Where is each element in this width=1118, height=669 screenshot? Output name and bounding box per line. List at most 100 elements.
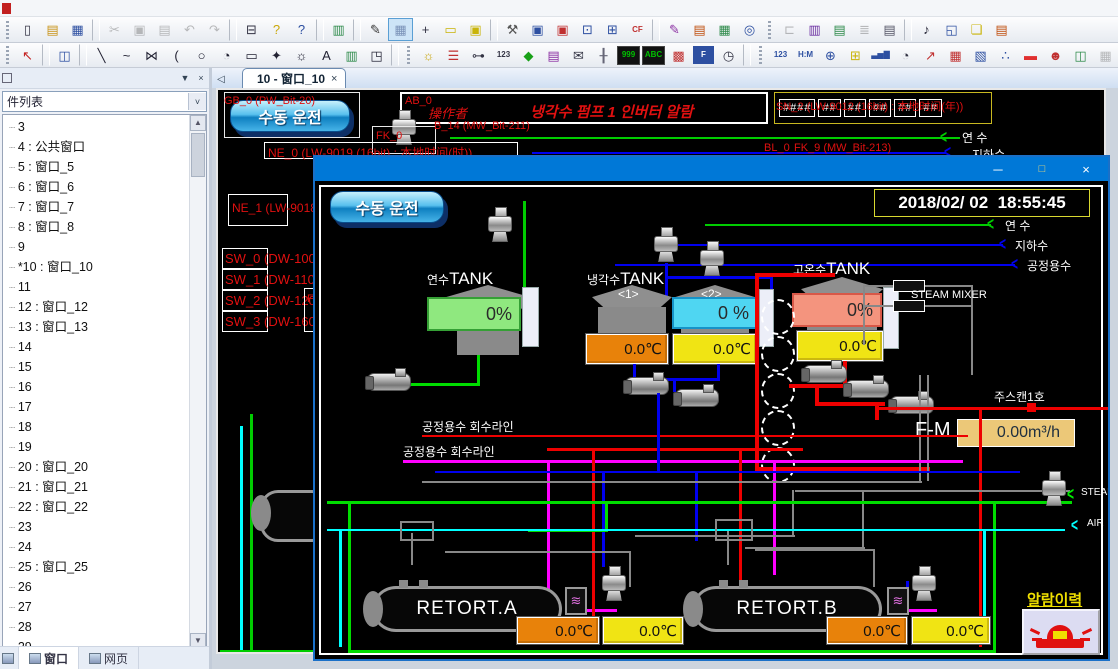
menu-item[interactable] <box>63 14 87 16</box>
message-board-icon[interactable]: ✉ <box>566 44 591 67</box>
tree-item[interactable]: 21 : 窗口_21 <box>3 477 206 497</box>
burst-tool-icon[interactable]: ☼ <box>289 44 314 67</box>
pen-icon[interactable]: ✎ <box>363 18 388 41</box>
save-icon[interactable]: ▦ <box>65 18 90 41</box>
archive-drawer-icon[interactable]: ▤ <box>877 18 902 41</box>
function-key-icon[interactable]: F <box>693 46 714 64</box>
tree-item[interactable]: 26 <box>3 577 206 597</box>
flow-meter-display[interactable]: 0.00m³/h <box>957 419 1075 447</box>
tree-item[interactable]: 14 <box>3 337 206 357</box>
pump-icon[interactable] <box>367 373 411 391</box>
memo-edit-icon[interactable]: ▤ <box>989 18 1014 41</box>
properties-icon[interactable]: ◫ <box>52 44 77 67</box>
data-log-icon[interactable]: ▦ <box>1093 44 1118 67</box>
dot-matrix-icon[interactable]: ▩ <box>666 44 691 67</box>
rectangle-tool-icon[interactable]: ▭ <box>239 44 264 67</box>
minimize-button[interactable]: ─ <box>976 162 1020 177</box>
sound-icon[interactable]: ♪ <box>914 18 939 41</box>
download-screen-icon[interactable]: ⊡ <box>575 18 600 41</box>
event-log-icon[interactable]: ◫ <box>1068 44 1093 67</box>
text-tool-icon[interactable]: A <box>314 44 339 67</box>
history-table-icon[interactable]: ▦ <box>943 44 968 67</box>
manual-run-button[interactable]: 수동 운전 <box>330 191 444 223</box>
tree-item[interactable]: 7 : 窗口_7 <box>3 197 206 217</box>
menu-item[interactable] <box>135 14 159 16</box>
system-tools-icon[interactable]: ⚒ <box>500 18 525 41</box>
line-tool-icon[interactable]: ╲ <box>89 44 114 67</box>
menu-item[interactable] <box>183 14 207 16</box>
tree-item[interactable]: 22 : 窗口_22 <box>3 497 206 517</box>
ascii-display-icon[interactable]: ABC <box>642 46 665 65</box>
tree-item[interactable]: 12 : 窗口_12 <box>3 297 206 317</box>
csv-file-icon[interactable]: ▤ <box>687 18 712 41</box>
xy-chart-icon[interactable]: ▧ <box>968 44 993 67</box>
polyline-tool-icon[interactable]: ⋈ <box>139 44 164 67</box>
menu-item[interactable] <box>231 14 255 16</box>
context-help-icon[interactable]: ? <box>289 18 314 41</box>
exit-door-icon[interactable]: ⊏ <box>777 18 802 41</box>
valve-icon[interactable] <box>700 241 724 275</box>
menu-item[interactable] <box>111 14 135 16</box>
lamp-set-icon[interactable]: ☰ <box>441 44 466 67</box>
valve-icon[interactable] <box>1042 471 1066 505</box>
polygon-tool-icon[interactable]: ✦ <box>264 44 289 67</box>
list-type-dropdown[interactable]: 件列表 ˅ <box>2 91 207 112</box>
panel-tool-icon[interactable]: ◳ <box>364 44 389 67</box>
lamp-bulb-icon[interactable]: ☼ <box>416 44 441 67</box>
help-icon[interactable]: ? <box>264 18 289 41</box>
import-library-icon[interactable]: ▥ <box>802 18 827 41</box>
tree-item[interactable]: 15 <box>3 357 206 377</box>
popup-title-bar[interactable]: ─ □ × <box>315 157 1108 181</box>
copy-icon[interactable]: ▣ <box>127 18 152 41</box>
close-button[interactable]: × <box>1064 162 1108 177</box>
seven-seg-display-icon[interactable]: 999 <box>617 46 640 65</box>
export-image-icon[interactable]: ▥ <box>326 18 351 41</box>
panel-close-button[interactable]: × <box>193 73 209 83</box>
dialog-editor-icon[interactable]: ◱ <box>939 18 964 41</box>
align-center-icon[interactable]: + <box>413 18 438 41</box>
run-simulate-icon[interactable]: ▣ <box>525 18 550 41</box>
window-transfer-icon[interactable]: ⊞ <box>600 18 625 41</box>
cf-card-icon[interactable]: CF <box>625 18 650 41</box>
pump-icon[interactable] <box>675 389 719 407</box>
trend-chart-icon[interactable]: ↗ <box>918 44 943 67</box>
tree-item[interactable]: 20 : 窗口_20 <box>3 457 206 477</box>
undo-icon[interactable]: ↶ <box>177 18 202 41</box>
valve-icon[interactable] <box>602 566 626 600</box>
tab-close-icon[interactable]: × <box>331 73 337 85</box>
gem-button-icon[interactable]: ◆ <box>516 44 541 67</box>
scatter-chart-icon[interactable]: ∴ <box>993 44 1018 67</box>
tree-item[interactable]: 28 <box>3 617 206 637</box>
menu-item[interactable] <box>159 14 183 16</box>
print-icon[interactable]: ⊟ <box>239 18 264 41</box>
tree-item[interactable]: 24 <box>3 537 206 557</box>
arc-tool-icon[interactable]: ( <box>164 44 189 67</box>
document-tab[interactable]: 10 - 窗口_10 × <box>242 68 346 88</box>
maximize-button[interactable]: □ <box>1020 163 1064 175</box>
picture-tool-icon[interactable]: ▥ <box>339 44 364 67</box>
menu-item[interactable] <box>207 14 231 16</box>
time-display-icon[interactable]: H:M <box>793 44 818 67</box>
tree-item[interactable]: 17 <box>3 397 206 417</box>
new-file-icon[interactable]: ▯ <box>15 18 40 41</box>
pump-icon[interactable] <box>625 377 669 395</box>
tree-item[interactable]: 19 <box>3 437 206 457</box>
cut-icon[interactable]: ✂ <box>102 18 127 41</box>
tag-label-icon[interactable]: ❏ <box>964 18 989 41</box>
alarm-history-button[interactable] <box>1022 609 1100 655</box>
tab-scroll-left-icon[interactable]: ◁ <box>212 74 230 88</box>
heat-exchanger[interactable]: ≋ <box>887 587 909 615</box>
tree-item[interactable]: 16 <box>3 377 206 397</box>
move-object-icon[interactable]: ⊕ <box>818 44 843 67</box>
curve-tool-icon[interactable]: ~ <box>114 44 139 67</box>
redo-icon[interactable]: ↷ <box>202 18 227 41</box>
layers-icon[interactable]: ▣ <box>463 18 488 41</box>
retort-a-temp-2[interactable]: 0.0℃ <box>603 617 683 644</box>
tree-item[interactable]: 11 <box>3 277 206 297</box>
pie-tool-icon[interactable]: ◔ <box>214 44 239 67</box>
toggle-switch-icon[interactable]: ⊶ <box>466 44 491 67</box>
hot-tank-level[interactable]: 0% <box>792 293 882 327</box>
cooling-tank-level[interactable]: 0 % <box>672 297 758 329</box>
list-view-icon[interactable]: ≣ <box>852 18 877 41</box>
heat-exchanger[interactable]: ≋ <box>565 587 587 615</box>
